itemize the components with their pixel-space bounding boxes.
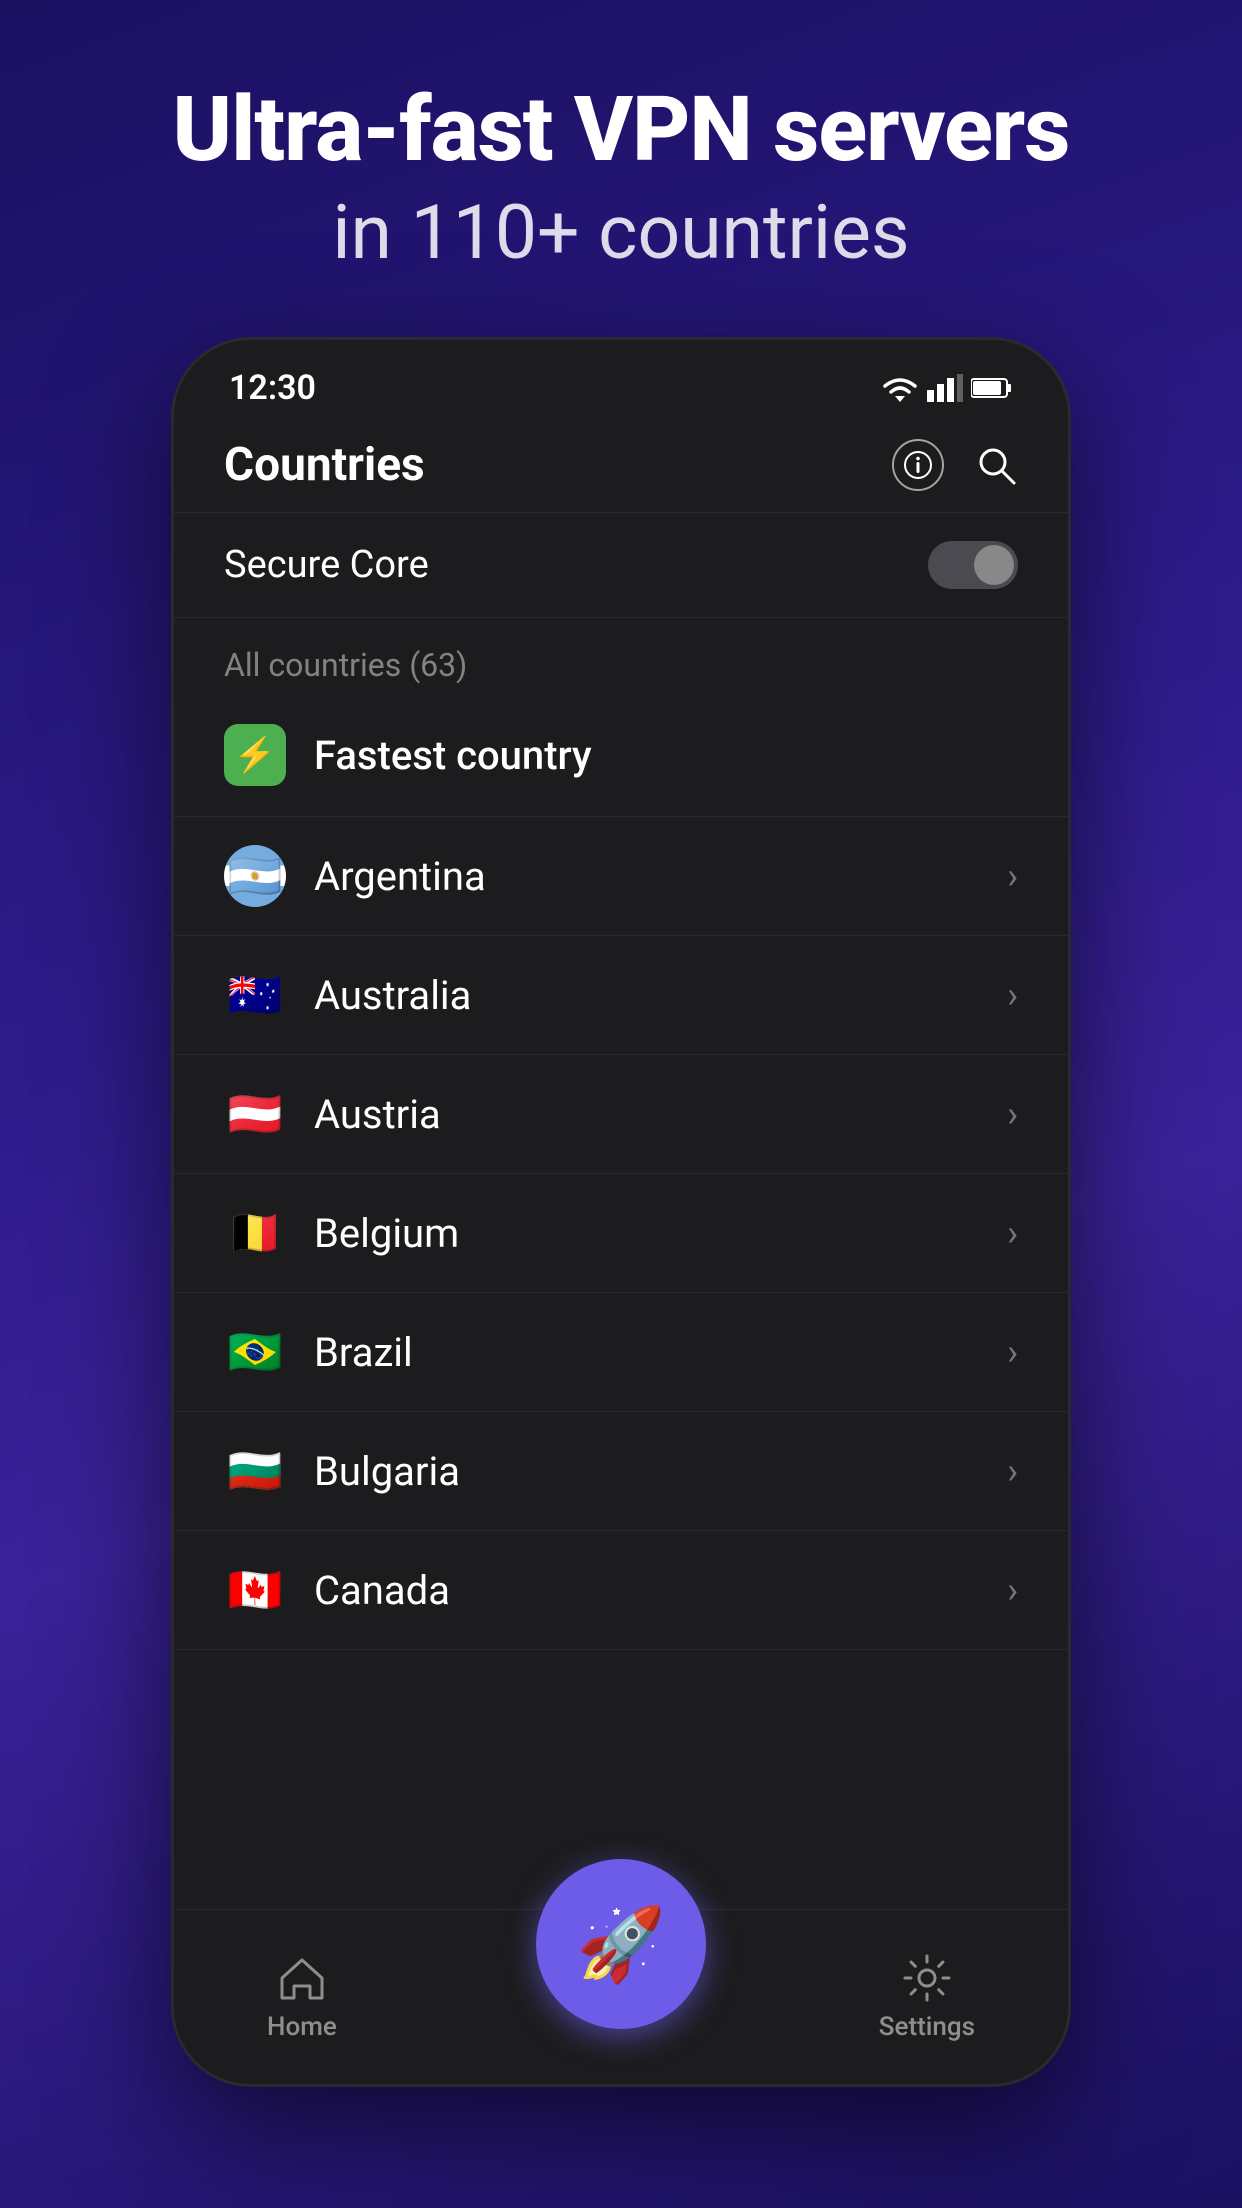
signal-icon xyxy=(927,374,963,402)
country-list: ⚡ Fastest country 🇦🇷 Argentina › 🇦🇺 Aust… xyxy=(174,694,1068,1650)
country-row-argentina[interactable]: 🇦🇷 Argentina › xyxy=(174,817,1068,936)
settings-label: Settings xyxy=(879,2012,975,2042)
home-icon xyxy=(276,1952,328,2004)
chevron-canada: › xyxy=(1007,1569,1018,1611)
chevron-belgium: › xyxy=(1007,1212,1018,1254)
country-row-canada[interactable]: 🇨🇦 Canada › xyxy=(174,1531,1068,1650)
fastest-country-row[interactable]: ⚡ Fastest country xyxy=(174,694,1068,817)
country-name-belgium: Belgium xyxy=(314,1210,1007,1257)
flag-austria: 🇦🇹 xyxy=(224,1083,286,1145)
country-row-brazil[interactable]: 🇧🇷 Brazil › xyxy=(174,1293,1068,1412)
nav-item-home[interactable]: Home xyxy=(267,1952,337,2042)
toggle-knob xyxy=(974,545,1014,585)
secure-core-toggle[interactable] xyxy=(928,541,1018,589)
chevron-bulgaria: › xyxy=(1007,1450,1018,1492)
country-row-australia[interactable]: 🇦🇺 Australia › xyxy=(174,936,1068,1055)
chevron-austria: › xyxy=(1007,1093,1018,1135)
flag-canada: 🇨🇦 xyxy=(224,1559,286,1621)
headline: Ultra-fast VPN servers xyxy=(172,80,1069,179)
country-name-austria: Austria xyxy=(314,1091,1007,1138)
country-row-bulgaria[interactable]: 🇧🇬 Bulgaria › xyxy=(174,1412,1068,1531)
country-name-australia: Australia xyxy=(314,972,1007,1019)
flag-brazil: 🇧🇷 xyxy=(224,1321,286,1383)
country-name-brazil: Brazil xyxy=(314,1329,1007,1376)
phone-mockup: 12:30 Countries xyxy=(171,337,1071,2087)
section-label: All countries (63) xyxy=(174,618,1068,694)
rocket-icon: 🚀 xyxy=(576,1902,666,1987)
home-label: Home xyxy=(267,2012,337,2042)
status-time: 12:30 xyxy=(229,368,316,408)
secure-core-row[interactable]: Secure Core xyxy=(174,512,1068,618)
country-name-bulgaria: Bulgaria xyxy=(314,1448,1007,1495)
status-icons xyxy=(881,374,1013,402)
flag-bulgaria: 🇧🇬 xyxy=(224,1440,286,1502)
chevron-australia: › xyxy=(1007,974,1018,1016)
search-icon[interactable] xyxy=(974,443,1018,487)
country-name-canada: Canada xyxy=(314,1567,1007,1614)
phone-notch xyxy=(581,340,661,370)
subheadline: in 110+ countries xyxy=(172,189,1069,277)
wifi-icon xyxy=(881,374,919,402)
header-section: Ultra-fast VPN servers in 110+ countries xyxy=(172,80,1069,277)
top-bar-actions xyxy=(892,439,1018,491)
nav-item-settings[interactable]: Settings xyxy=(879,1952,975,2042)
chevron-brazil: › xyxy=(1007,1331,1018,1373)
country-row-belgium[interactable]: 🇧🇪 Belgium › xyxy=(174,1174,1068,1293)
secure-core-label: Secure Core xyxy=(224,543,429,587)
country-name-argentina: Argentina xyxy=(314,853,1007,900)
fastest-icon: ⚡ xyxy=(224,724,286,786)
top-bar: Countries xyxy=(174,418,1068,512)
battery-icon xyxy=(971,377,1013,399)
flag-belgium: 🇧🇪 xyxy=(224,1202,286,1264)
info-icon[interactable] xyxy=(892,439,944,491)
flag-australia: 🇦🇺 xyxy=(224,964,286,1026)
fastest-country-label: Fastest country xyxy=(314,732,592,779)
chevron-argentina: › xyxy=(1007,855,1018,897)
page-title: Countries xyxy=(224,438,425,492)
settings-icon xyxy=(901,1952,953,2004)
country-row-austria[interactable]: 🇦🇹 Austria › xyxy=(174,1055,1068,1174)
flag-argentina: 🇦🇷 xyxy=(224,845,286,907)
connect-fab[interactable]: 🚀 xyxy=(536,1859,706,2029)
